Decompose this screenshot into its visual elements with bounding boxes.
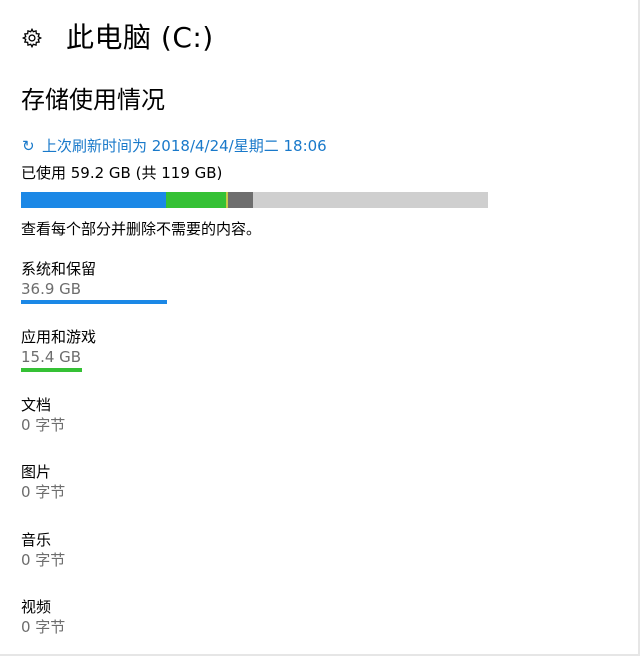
hint-text: 查看每个部分并删除不需要的内容。 [21, 220, 262, 238]
category-item[interactable]: 音乐 0 字节 [21, 530, 321, 570]
category-size: 0 字节 [21, 483, 66, 501]
category-size: 36.9 GB [21, 280, 82, 298]
settings-window: 此电脑 (C:) 存储使用情况 ↻ 上次刷新时间为 2018/4/24/星期二 … [0, 0, 640, 656]
category-name: 文档 [21, 396, 52, 414]
refresh-icon: ↻ [22, 137, 35, 155]
refresh-link[interactable]: ↻ 上次刷新时间为 2018/4/24/星期二 18:06 [22, 135, 327, 157]
category-size: 0 字节 [21, 416, 66, 434]
section-title: 存储使用情况 [21, 86, 165, 114]
page-title: 此电脑 (C:) [66, 21, 214, 54]
category-name: 图片 [21, 463, 52, 481]
category-size: 15.4 GB [21, 348, 82, 366]
storage-segment-other [227, 192, 254, 208]
category-name: 音乐 [21, 531, 52, 549]
category-item[interactable]: 视频 0 字节 [21, 597, 321, 637]
category-usage-bar [21, 368, 82, 372]
category-size: 0 字节 [21, 618, 66, 636]
category-item[interactable]: 应用和游戏 15.4 GB [21, 327, 321, 372]
used-summary: 已使用 59.2 GB (共 119 GB) [21, 164, 223, 182]
gear-icon [20, 26, 44, 50]
category-item[interactable]: 文档 0 字节 [21, 395, 321, 435]
storage-segment-system [21, 192, 166, 208]
category-name: 系统和保留 [21, 260, 97, 278]
storage-usage-bar [21, 192, 488, 208]
category-item[interactable]: 系统和保留 36.9 GB [21, 259, 321, 304]
category-usage-bar [21, 300, 167, 304]
category-size: 0 字节 [21, 551, 66, 569]
category-name: 应用和游戏 [21, 328, 97, 346]
category-name: 视频 [21, 598, 52, 616]
category-item[interactable]: 图片 0 字节 [21, 462, 321, 502]
storage-segment-apps [165, 192, 227, 208]
refresh-text: 上次刷新时间为 2018/4/24/星期二 18:06 [42, 137, 327, 155]
page-header: 此电脑 (C:) [20, 18, 214, 58]
